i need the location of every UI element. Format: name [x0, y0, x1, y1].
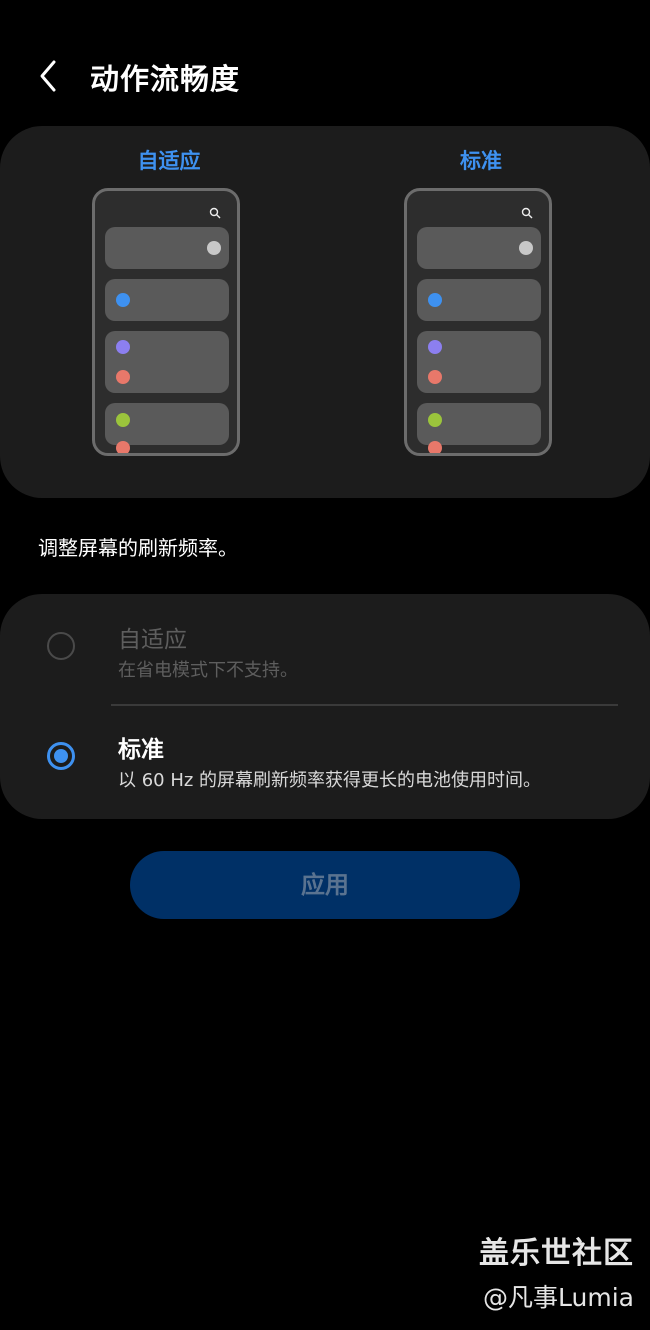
- watermark-author: @凡事Lumia: [483, 1283, 634, 1312]
- mock-card: [417, 403, 541, 453]
- option-subtitle: 在省电模式下不支持。: [118, 660, 298, 681]
- mock-dot: [116, 340, 130, 354]
- mock-card: [417, 331, 541, 393]
- description-text: 调整屏幕的刷新频率。: [38, 536, 238, 560]
- apply-button[interactable]: 应用: [130, 851, 520, 919]
- mock-dot: [116, 413, 130, 427]
- search-icon: [209, 207, 221, 219]
- radio-selected[interactable]: [47, 742, 75, 770]
- watermark-brand: 盖乐世社区: [479, 1236, 634, 1271]
- preview-standard: 标准: [401, 146, 561, 456]
- phone-mockup: [404, 188, 552, 456]
- mock-dot: [428, 413, 442, 427]
- search-icon: [521, 207, 533, 219]
- mock-card: [105, 227, 229, 269]
- option-subtitle: 以 60 Hz 的屏幕刷新频率获得更长的电池使用时间。: [118, 770, 542, 791]
- mock-dot: [428, 340, 442, 354]
- option-title: 标准: [118, 737, 164, 763]
- mock-card: [417, 227, 541, 269]
- mock-dot: [116, 441, 130, 453]
- mock-card: [105, 403, 229, 453]
- divider: [111, 704, 618, 706]
- option-title: 自适应: [118, 627, 187, 653]
- radio-unselected[interactable]: [47, 632, 75, 660]
- mock-dot: [116, 370, 130, 384]
- preview-card: 自适应 标准: [0, 126, 650, 498]
- chevron-left-icon: [40, 60, 56, 92]
- options-card: 自适应 在省电模式下不支持。 标准 以 60 Hz 的屏幕刷新频率获得更长的电池…: [0, 594, 650, 819]
- header: 动作流畅度: [0, 40, 650, 110]
- mock-dot: [428, 293, 442, 307]
- back-button[interactable]: [30, 54, 70, 98]
- option-adaptive[interactable]: 自适应 在省电模式下不支持。: [0, 614, 650, 704]
- mock-toggle-dot: [207, 241, 221, 255]
- mock-card: [417, 279, 541, 321]
- mock-dot: [428, 370, 442, 384]
- preview-adaptive: 自适应: [89, 146, 249, 456]
- mock-card: [105, 331, 229, 393]
- preview-label-standard: 标准: [460, 149, 502, 173]
- mock-card: [105, 279, 229, 321]
- mock-dot: [116, 293, 130, 307]
- option-standard[interactable]: 标准 以 60 Hz 的屏幕刷新频率获得更长的电池使用时间。: [0, 724, 650, 804]
- page-title: 动作流畅度: [90, 62, 241, 96]
- watermark: 盖乐世社区 @凡事Lumia: [479, 1228, 634, 1314]
- mock-dot: [428, 441, 442, 453]
- preview-label-adaptive: 自适应: [137, 149, 201, 173]
- phone-mockup: [92, 188, 240, 456]
- mock-toggle-dot: [519, 241, 533, 255]
